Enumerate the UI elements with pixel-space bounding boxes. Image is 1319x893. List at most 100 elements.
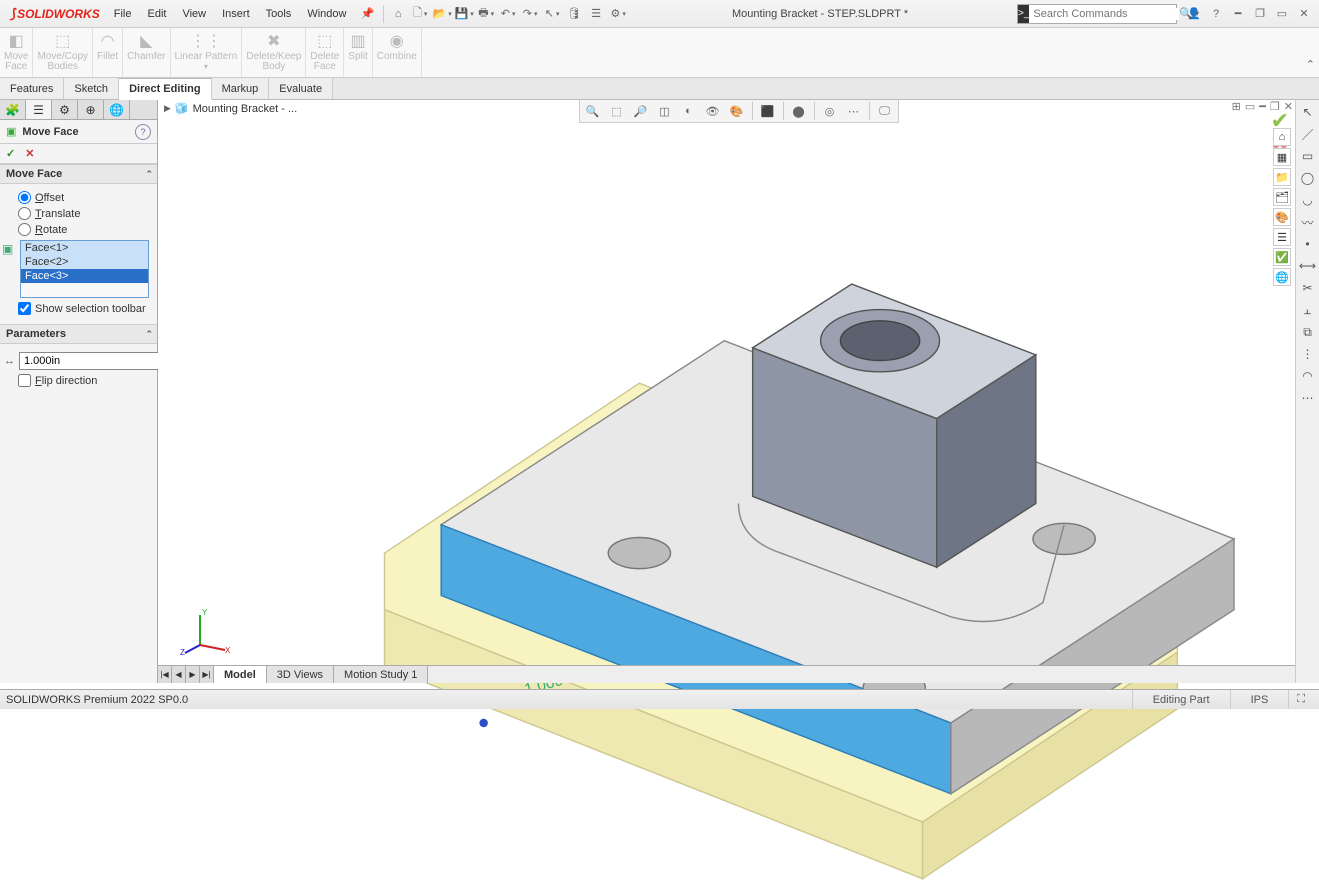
rb-delete-keep[interactable]: ✖Delete/Keep Body — [242, 28, 306, 77]
rb-linear-pattern[interactable]: ⋮⋮Linear Pattern▾ — [171, 28, 243, 77]
hud-hide-show-icon[interactable]: 👁 — [704, 102, 722, 120]
rt-trim-icon[interactable]: ✂ — [1298, 278, 1318, 298]
help-icon[interactable]: ? — [1205, 3, 1227, 25]
print-icon[interactable]: 🖶 — [475, 3, 497, 25]
tab-next-icon[interactable]: ▶ — [186, 666, 200, 683]
hud-appearance-icon[interactable]: 🎨 — [728, 102, 746, 120]
menu-view[interactable]: View — [174, 0, 214, 27]
rt-spline-icon[interactable]: 〰 — [1298, 212, 1318, 232]
face-item-3[interactable]: Face<3> — [21, 269, 148, 283]
pm-tab-property[interactable]: ☰ — [26, 100, 52, 119]
save-icon[interactable]: 💾 — [453, 3, 475, 25]
tab-markup[interactable]: Markup — [212, 78, 270, 99]
view-triad[interactable]: Y X Z — [180, 605, 230, 655]
task-resources-icon[interactable]: ▦ — [1273, 148, 1291, 166]
tab-direct-editing[interactable]: Direct Editing — [119, 78, 212, 100]
pm-help-icon[interactable]: ? — [135, 124, 151, 140]
tab-first-icon[interactable]: |◀ — [158, 666, 172, 683]
open-icon[interactable]: 📂 — [431, 3, 453, 25]
rb-split[interactable]: ▥Split — [344, 28, 372, 77]
restore-icon[interactable]: ❐ — [1249, 3, 1271, 25]
radio-rotate-input[interactable] — [18, 223, 31, 236]
pm-tab-config[interactable]: ⚙ — [52, 100, 78, 119]
section-parameters[interactable]: Parameters ⌃ — [0, 324, 157, 344]
status-units[interactable]: IPS — [1230, 690, 1289, 709]
doc-restore-icon[interactable]: ▭ — [1245, 100, 1255, 113]
rt-line-icon[interactable]: ／ — [1298, 124, 1318, 144]
hud-section-icon[interactable]: ◫ — [656, 102, 674, 120]
radio-translate-input[interactable] — [18, 207, 31, 220]
radio-translate[interactable]: Translate — [18, 207, 149, 220]
select-icon[interactable]: ↖ — [541, 3, 563, 25]
doc-min-icon[interactable]: ━ — [1259, 100, 1266, 113]
rebuild-icon[interactable]: 🛢 — [563, 3, 585, 25]
hud-more-icon[interactable]: ⋯ — [845, 102, 863, 120]
search-box[interactable]: >_ 🔍 ▾ — [1017, 4, 1177, 24]
face-item-1[interactable]: Face<1> — [21, 241, 148, 255]
rb-combine[interactable]: ◉Combine — [373, 28, 422, 77]
rt-mirror-icon[interactable]: ⧉ — [1298, 322, 1318, 342]
rb-move-copy[interactable]: ⬚Move/Copy Bodies — [33, 28, 93, 77]
pin-icon[interactable]: 📌 — [354, 7, 380, 20]
undo-icon[interactable]: ↶ — [497, 3, 519, 25]
task-explorer-icon[interactable]: 🗂 — [1273, 188, 1291, 206]
graphics-viewport[interactable]: ▶ 🧊 Mounting Bracket - ... 🔍 ⬚ 🔎 ◫ ◐ 👁 🎨… — [158, 100, 1319, 683]
settings-icon[interactable]: ⚙ — [607, 3, 629, 25]
flip-direction[interactable]: Flip direction — [18, 374, 149, 387]
rb-move-face[interactable]: ◧Move Face — [0, 28, 33, 77]
radio-rotate[interactable]: Rotate — [18, 223, 149, 236]
rb-chamfer[interactable]: ◣Chamfer — [123, 28, 170, 77]
search-dd-icon[interactable]: ▾ — [1193, 9, 1201, 18]
face-list[interactable]: Face<1> Face<2> Face<3> — [20, 240, 149, 298]
close-icon[interactable]: ✕ — [1293, 3, 1315, 25]
hud-zoom-area-icon[interactable]: ⬚ — [608, 102, 626, 120]
rb-delete-face[interactable]: ⬚Delete Face — [306, 28, 344, 77]
show-sel-toolbar[interactable]: Show selection toolbar — [18, 302, 149, 315]
tab-last-icon[interactable]: ▶| — [200, 666, 214, 683]
rb-fillet[interactable]: ◠Fillet — [93, 28, 123, 77]
hud-view-orient-icon[interactable]: ⬛ — [759, 102, 777, 120]
tab-sketch[interactable]: Sketch — [64, 78, 119, 99]
task-forum-icon[interactable]: 🌐 — [1273, 268, 1291, 286]
task-home-icon[interactable]: ⌂ — [1273, 128, 1291, 146]
radio-offset-input[interactable] — [18, 191, 31, 204]
new-icon[interactable]: 🗋 — [409, 3, 431, 25]
task-design-lib-icon[interactable]: 📁 — [1273, 168, 1291, 186]
rt-rect-icon[interactable]: ▭ — [1298, 146, 1318, 166]
pm-tab-display[interactable]: 🌐 — [104, 100, 130, 119]
rt-offset-icon[interactable]: ⫠ — [1298, 300, 1318, 320]
radio-offset[interactable]: OOffsetffset — [18, 191, 149, 204]
breadcrumb[interactable]: ▶ 🧊 Mounting Bracket - ... — [164, 102, 297, 115]
ok-button[interactable]: ✓ — [6, 147, 15, 160]
hud-zoom-fit-icon[interactable]: 🔍 — [584, 102, 602, 120]
redo-icon[interactable]: ↷ — [519, 3, 541, 25]
rt-fillet-icon[interactable]: ◠ — [1298, 366, 1318, 386]
tab-3d-views[interactable]: 3D Views — [267, 666, 334, 683]
tab-motion-study[interactable]: Motion Study 1 — [334, 666, 428, 683]
offset-distance-input[interactable] — [19, 352, 171, 370]
home-icon[interactable]: ⌂ — [387, 3, 409, 25]
rt-pattern-icon[interactable]: ⋮ — [1298, 344, 1318, 364]
menu-window[interactable]: Window — [299, 0, 354, 27]
crumb-arrow-icon[interactable]: ▶ — [164, 103, 171, 114]
model-view[interactable]: 1.000 — [158, 100, 1319, 893]
task-appearances-icon[interactable]: ☰ — [1273, 228, 1291, 246]
flip-direction-input[interactable] — [18, 374, 31, 387]
hud-display-mode-icon[interactable]: 🖵 — [876, 102, 894, 120]
face-item-2[interactable]: Face<2> — [21, 255, 148, 269]
task-view-palette-icon[interactable]: 🎨 — [1273, 208, 1291, 226]
rt-point-icon[interactable]: • — [1298, 234, 1318, 254]
menu-tools[interactable]: Tools — [258, 0, 300, 27]
rt-select-icon[interactable]: ↖ — [1298, 102, 1318, 122]
face-selection-box[interactable]: ▣ Face<1> Face<2> Face<3> — [4, 240, 149, 298]
tab-features[interactable]: Features — [0, 78, 64, 99]
status-expand-icon[interactable]: ⛶ — [1288, 690, 1313, 709]
menu-insert[interactable]: Insert — [214, 0, 258, 27]
menu-edit[interactable]: Edit — [139, 0, 174, 27]
menu-file[interactable]: File — [106, 0, 140, 27]
section-move-face[interactable]: Move Face ⌃ — [0, 164, 157, 184]
minimize-icon[interactable]: ━ — [1227, 3, 1249, 25]
tab-evaluate[interactable]: Evaluate — [269, 78, 333, 99]
tab-model[interactable]: Model — [214, 666, 267, 683]
rt-circle-icon[interactable]: ◯ — [1298, 168, 1318, 188]
